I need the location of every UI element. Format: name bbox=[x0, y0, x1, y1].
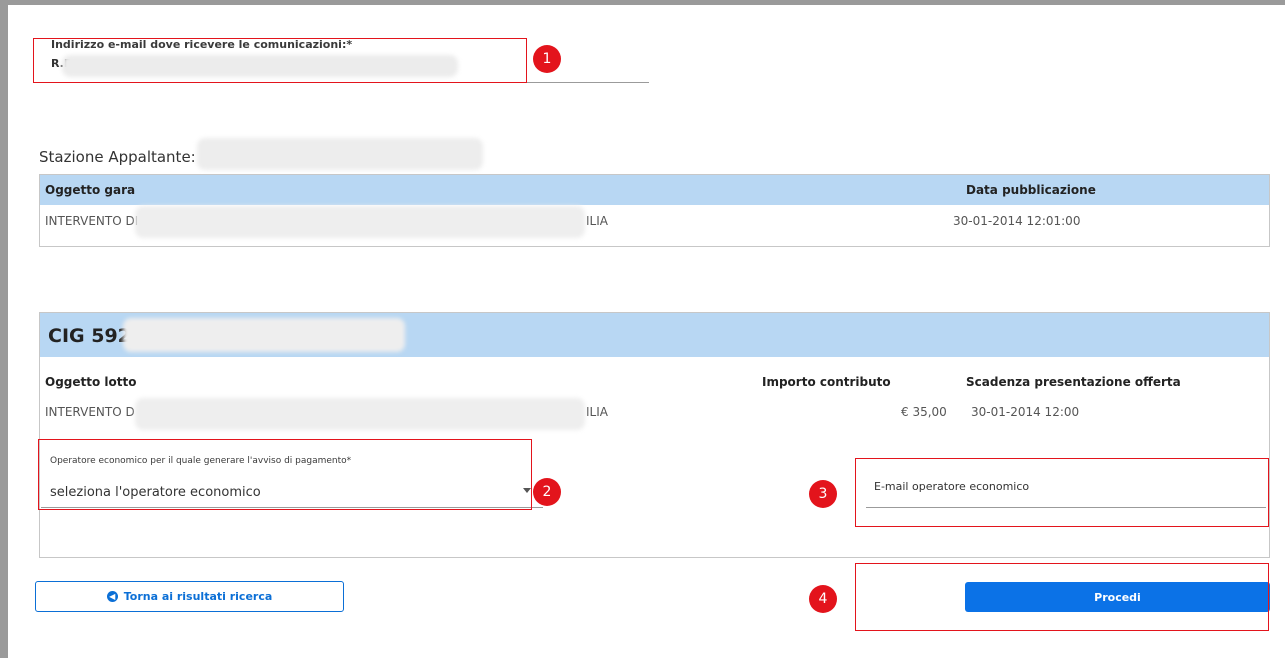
window-frame-left bbox=[0, 0, 8, 658]
arrow-left-circle-icon: ◀ bbox=[106, 591, 118, 602]
column-header-oggetto-gara: Oggetto gara bbox=[45, 183, 136, 197]
cig-header: CIG 5921 bbox=[40, 313, 1269, 357]
column-header-scadenza: Scadenza presentazione offerta bbox=[966, 375, 1181, 389]
annotation-box-3 bbox=[855, 458, 1269, 527]
redacted-blur bbox=[135, 206, 585, 238]
annotation-box-1 bbox=[33, 38, 527, 83]
scadenza-value: 30-01-2014 12:00 bbox=[971, 405, 1080, 419]
back-button-label: Torna ai risultati ricerca bbox=[123, 590, 273, 603]
oggetto-lotto-value-end: ILIA bbox=[586, 405, 608, 419]
annotation-marker-1: 1 bbox=[533, 45, 561, 73]
annotation-marker-2: 2 bbox=[533, 478, 561, 506]
annotation-box-4 bbox=[855, 563, 1269, 631]
gara-table-header: Oggetto gara Data pubblicazione bbox=[40, 175, 1269, 205]
annotation-marker-4: 4 bbox=[809, 585, 837, 613]
data-pubblicazione-value: 30-01-2014 12:01:00 bbox=[953, 214, 1081, 228]
back-to-results-button[interactable]: ◀ Torna ai risultati ricerca bbox=[35, 581, 344, 612]
column-header-oggetto-lotto: Oggetto lotto bbox=[45, 375, 137, 389]
importo-contributo-value: € 35,00 bbox=[901, 405, 947, 419]
column-header-importo-contributo: Importo contributo bbox=[762, 375, 891, 389]
gara-table: Oggetto gara Data pubblicazione INTERVEN… bbox=[39, 174, 1270, 247]
stazione-appaltante-label: Stazione Appaltante: R bbox=[39, 148, 211, 166]
redacted-blur bbox=[197, 138, 483, 170]
redacted-blur bbox=[135, 398, 585, 430]
column-header-data-pubblicazione: Data pubblicazione bbox=[966, 183, 1096, 197]
annotation-box-2 bbox=[38, 439, 532, 510]
oggetto-gara-value: INTERVENTO DI S bbox=[45, 214, 150, 228]
annotation-marker-3: 3 bbox=[809, 480, 837, 508]
oggetto-lotto-value: INTERVENTO D bbox=[45, 405, 135, 419]
oggetto-gara-value-end: ILIA bbox=[586, 214, 608, 228]
redacted-blur bbox=[123, 318, 405, 352]
